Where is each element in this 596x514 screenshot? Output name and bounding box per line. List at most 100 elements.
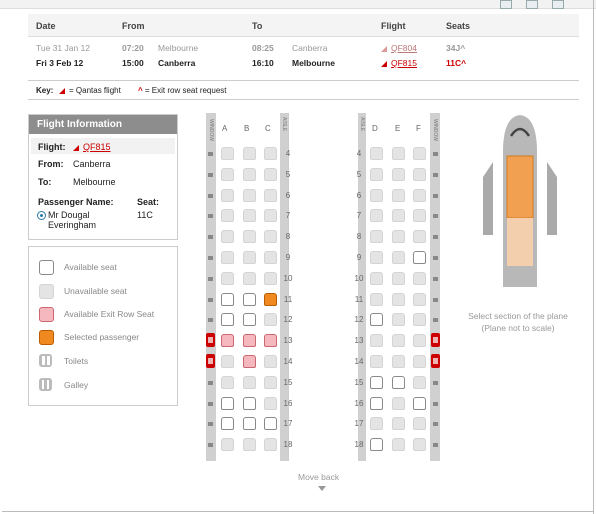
unavailable-seat — [370, 334, 383, 348]
flight-date: Tue 31 Jan 12 — [36, 43, 91, 53]
info-flight-link[interactable]: QF815 — [83, 142, 111, 152]
from-label: From: — [38, 159, 64, 169]
row-number: 8 — [356, 232, 362, 242]
row-number: 9 — [285, 253, 291, 262]
chevron-down-icon[interactable] — [318, 486, 326, 491]
row-number: 16 — [283, 398, 293, 408]
column-header: C — [265, 124, 271, 133]
unavailable-seat — [221, 251, 234, 264]
window-marker — [433, 235, 438, 240]
exit-sign-icon — [206, 333, 215, 348]
unavailable-seat — [392, 209, 405, 223]
plane-wing-right — [547, 177, 557, 235]
flight-number[interactable]: QF804 — [381, 43, 417, 53]
exit-row-seat[interactable] — [221, 334, 234, 348]
selected-seat[interactable] — [264, 292, 277, 306]
unavailable-seat — [413, 375, 426, 389]
unavailable-seat — [264, 355, 277, 368]
unavailable-seat — [243, 438, 256, 452]
available-seat[interactable] — [221, 292, 234, 306]
exit-row-seat[interactable] — [243, 355, 256, 368]
available-seat[interactable] — [264, 417, 277, 431]
departure-time: 15:00 — [122, 58, 144, 68]
window-marker — [433, 256, 438, 260]
available-seat[interactable] — [221, 417, 234, 431]
toolbar-icon[interactable] — [526, 0, 538, 9]
flight-link[interactable]: QF815 — [391, 58, 417, 68]
seat-value: 34J — [446, 43, 461, 53]
row-number: 6 — [356, 190, 362, 200]
available-seat[interactable] — [370, 375, 383, 389]
seat-cell: 11C^ — [446, 58, 466, 68]
departure-city: Melbourne — [158, 43, 199, 53]
flight-date: Fri 3 Feb 12 — [36, 58, 84, 68]
toolbar-icon[interactable] — [500, 0, 512, 9]
exit-row-seat[interactable] — [264, 334, 277, 348]
plane-overview[interactable] — [480, 112, 560, 302]
window-label: WINDOW — [208, 119, 214, 141]
header-flight: Flight — [381, 21, 406, 31]
available-seat[interactable] — [243, 313, 256, 327]
left-aisle-wall: AISLE — [280, 113, 288, 461]
plane-section-forward[interactable] — [506, 155, 534, 219]
arrival-city: Canberra — [292, 43, 328, 53]
exit-row-seat-icon — [39, 307, 54, 322]
available-seat[interactable] — [221, 313, 234, 327]
unavailable-seat — [392, 292, 405, 306]
row-number: 18 — [283, 440, 293, 450]
row-number: 7 — [356, 211, 362, 221]
unavailable-seat — [221, 188, 234, 202]
toilets-icon — [39, 354, 52, 367]
flight-link[interactable]: QF804 — [391, 43, 417, 53]
unavailable-seat — [370, 230, 383, 244]
available-seat[interactable] — [413, 251, 426, 264]
info-flight[interactable]: QF815 — [73, 142, 111, 152]
available-seat[interactable] — [370, 438, 383, 452]
info-from: Canberra — [73, 159, 111, 169]
unavailable-seat — [392, 230, 405, 244]
plane-section-rear[interactable] — [507, 218, 533, 266]
flight-label: Flight: — [38, 142, 66, 152]
available-seat[interactable] — [370, 396, 383, 410]
row-number: 13 — [283, 336, 293, 346]
toolbar-icon[interactable] — [552, 0, 564, 9]
flight-row[interactable]: Fri 3 Feb 12 15:00 Canberra 16:10 Melbou… — [28, 55, 579, 71]
flight-row[interactable]: Tue 31 Jan 12 07:20 Melbourne 08:25 Canb… — [28, 40, 579, 56]
window-marker — [433, 297, 438, 302]
available-seat[interactable] — [413, 396, 426, 410]
unavailable-seat — [413, 417, 426, 431]
arrival-time: 08:25 — [252, 43, 274, 53]
unavailable-seat — [221, 375, 234, 389]
key-exit: ^ = Exit row seat request — [138, 86, 227, 95]
available-seat[interactable] — [392, 375, 405, 389]
plane-caption-line2: (Plane not to scale) — [481, 323, 555, 333]
available-seat[interactable] — [243, 292, 256, 306]
available-seat[interactable] — [370, 313, 383, 327]
column-header: E — [395, 124, 401, 133]
unavailable-seat — [221, 230, 234, 244]
available-seat[interactable] — [243, 417, 256, 431]
plane-wing-right-tip — [547, 162, 557, 177]
key-bar: Key: = Qantas flight ^ = Exit row seat r… — [28, 80, 579, 100]
unavailable-seat — [243, 209, 256, 223]
move-back-button[interactable]: Move back — [298, 472, 339, 482]
unavailable-seat — [392, 417, 405, 431]
window-marker — [208, 318, 213, 323]
window-marker — [433, 193, 438, 198]
legend-panel: Available seat Unavailable seat Availabl… — [28, 246, 178, 406]
passenger-radio[interactable] — [37, 211, 46, 220]
unavailable-seat — [413, 230, 426, 244]
window-marker — [208, 152, 213, 156]
exit-row-seat[interactable] — [243, 334, 256, 348]
unavailable-seat — [392, 355, 405, 368]
available-seat-icon — [39, 260, 54, 275]
window-label: WINDOW — [432, 119, 438, 141]
unavailable-seat — [221, 167, 234, 181]
available-seat[interactable] — [243, 396, 256, 410]
window-marker — [208, 380, 213, 385]
row-number: 4 — [285, 149, 291, 158]
available-seat[interactable] — [221, 396, 234, 410]
flight-number[interactable]: QF815 — [381, 58, 417, 68]
qantas-icon — [381, 61, 387, 67]
unavailable-seat-icon — [39, 284, 54, 299]
